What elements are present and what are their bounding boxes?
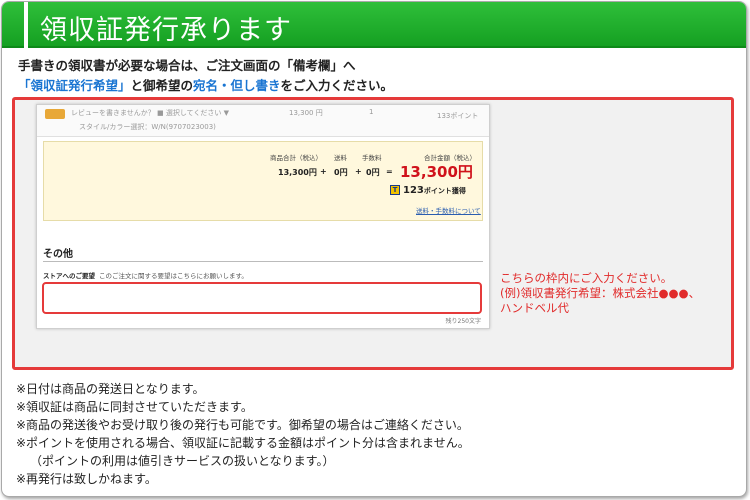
fee-label: 手数料 (362, 154, 382, 162)
input-instruction-annotation: こちらの枠内にご入力ください。 (例)領収書発行希望：株式会社●●●、 ハンドベ… (500, 271, 700, 316)
store-request-textarea[interactable] (42, 282, 482, 314)
review-link[interactable]: レビューを書きませんか？ (71, 108, 155, 118)
section-divider (43, 261, 483, 262)
request-label-text: ストアへのご要望 (43, 272, 95, 280)
item-price: 13,300 円 (289, 109, 323, 117)
page-title: 領収証発行承ります (40, 15, 292, 46)
note-item: ※日付は商品の発送日となります。 (16, 382, 205, 396)
store-request-label: ストアへのご要望 このご注文に関する要望はこちらにお願いします。 (43, 270, 248, 280)
header-accent-bar (24, 2, 28, 48)
note-item: ※領収証は商品に同封させていただきます。 (16, 400, 253, 414)
request-hint: このご注文に関する要望はこちらにお願いします。 (99, 272, 248, 280)
store-logo-icon (45, 109, 65, 119)
intro-connector: と御希望の (130, 78, 194, 93)
total-value: 13,300円 (400, 163, 473, 181)
points-value: 123 (403, 185, 424, 196)
note-item: （ポイントの利用は値引きサービスの扱いとなります。） (30, 454, 335, 468)
annotation-line-1: こちらの枠内にご入力ください。 (500, 271, 673, 285)
order-form-screenshot: レビューを書きませんか？ ■ 選択してください ▼ 13,300 円 1 133… (36, 104, 490, 329)
shipping-fee-link[interactable]: 送料・手数料について (416, 205, 481, 215)
option-select[interactable]: ■ 選択してください ▼ (157, 108, 229, 118)
annotation-line-2: (例)領収書発行希望：株式会社●●●、 (500, 286, 701, 300)
fee-value: 0円 (366, 168, 380, 177)
intro-line-2: 「領収証発行希望」と御希望の宛名・但し書きをご入力ください。 (18, 76, 393, 96)
note-item: ※ポイントを使用される場合、領収証に記載する金額はポイント分は含まれません。 (16, 436, 470, 450)
intro-addressee-phrase: 宛名・但し書き (193, 78, 281, 93)
header-banner: 領収証発行承ります (2, 2, 746, 48)
shipping-value: 0円 (334, 168, 348, 177)
item-variant: スタイル/カラー選択：W/N(9707023003) (79, 123, 216, 131)
subtotal-value: 13,300円 (278, 168, 317, 177)
annotation-line-3: ハンドベル代 (500, 301, 569, 315)
plus-sign: + (355, 167, 362, 176)
intro-ending: をご入力ください。 (280, 78, 394, 93)
item-quantity: 1 (369, 108, 374, 116)
other-section-title: その他 (43, 249, 73, 260)
intro-line-1: 手書きの領収書が必要な場合は、ご注文画面の「備考欄」へ (18, 58, 356, 73)
equals-sign: = (386, 167, 393, 176)
note-item: ※再発行は致しかねます。 (16, 472, 157, 486)
plus-sign: + (320, 167, 327, 176)
intro-receipt-request-phrase: 「領収証発行希望」 (18, 78, 131, 93)
shipping-label: 送料 (334, 154, 347, 162)
order-totals-box: 商品合計（税込） 送料 手数料 合計金額（税込） 13,300円 + 0円 + … (43, 141, 483, 221)
item-points: 133ポイント (437, 112, 479, 120)
notes-list: ※日付は商品の発送日となります。 ※領収証は商品に同封させていただきます。 ※商… (16, 380, 470, 488)
points-suffix: ポイント獲得 (423, 187, 466, 195)
subtotal-label: 商品合計（税込） (270, 154, 322, 162)
points-earned: T 123ポイント獲得 (390, 185, 466, 196)
cart-item-row: レビューを書きませんか？ ■ 選択してください ▼ 13,300 円 1 133… (37, 105, 489, 137)
remaining-chars: 残り250文字 (445, 318, 481, 325)
intro-text: 手書きの領収書が必要な場合は、ご注文画面の「備考欄」へ 「領収証発行希望」と御希… (18, 56, 393, 96)
points-card-icon: T (390, 185, 400, 195)
note-item: ※商品の発送後やお受け取り後の発行も可能です。御希望の場合はご連絡ください。 (16, 418, 469, 432)
